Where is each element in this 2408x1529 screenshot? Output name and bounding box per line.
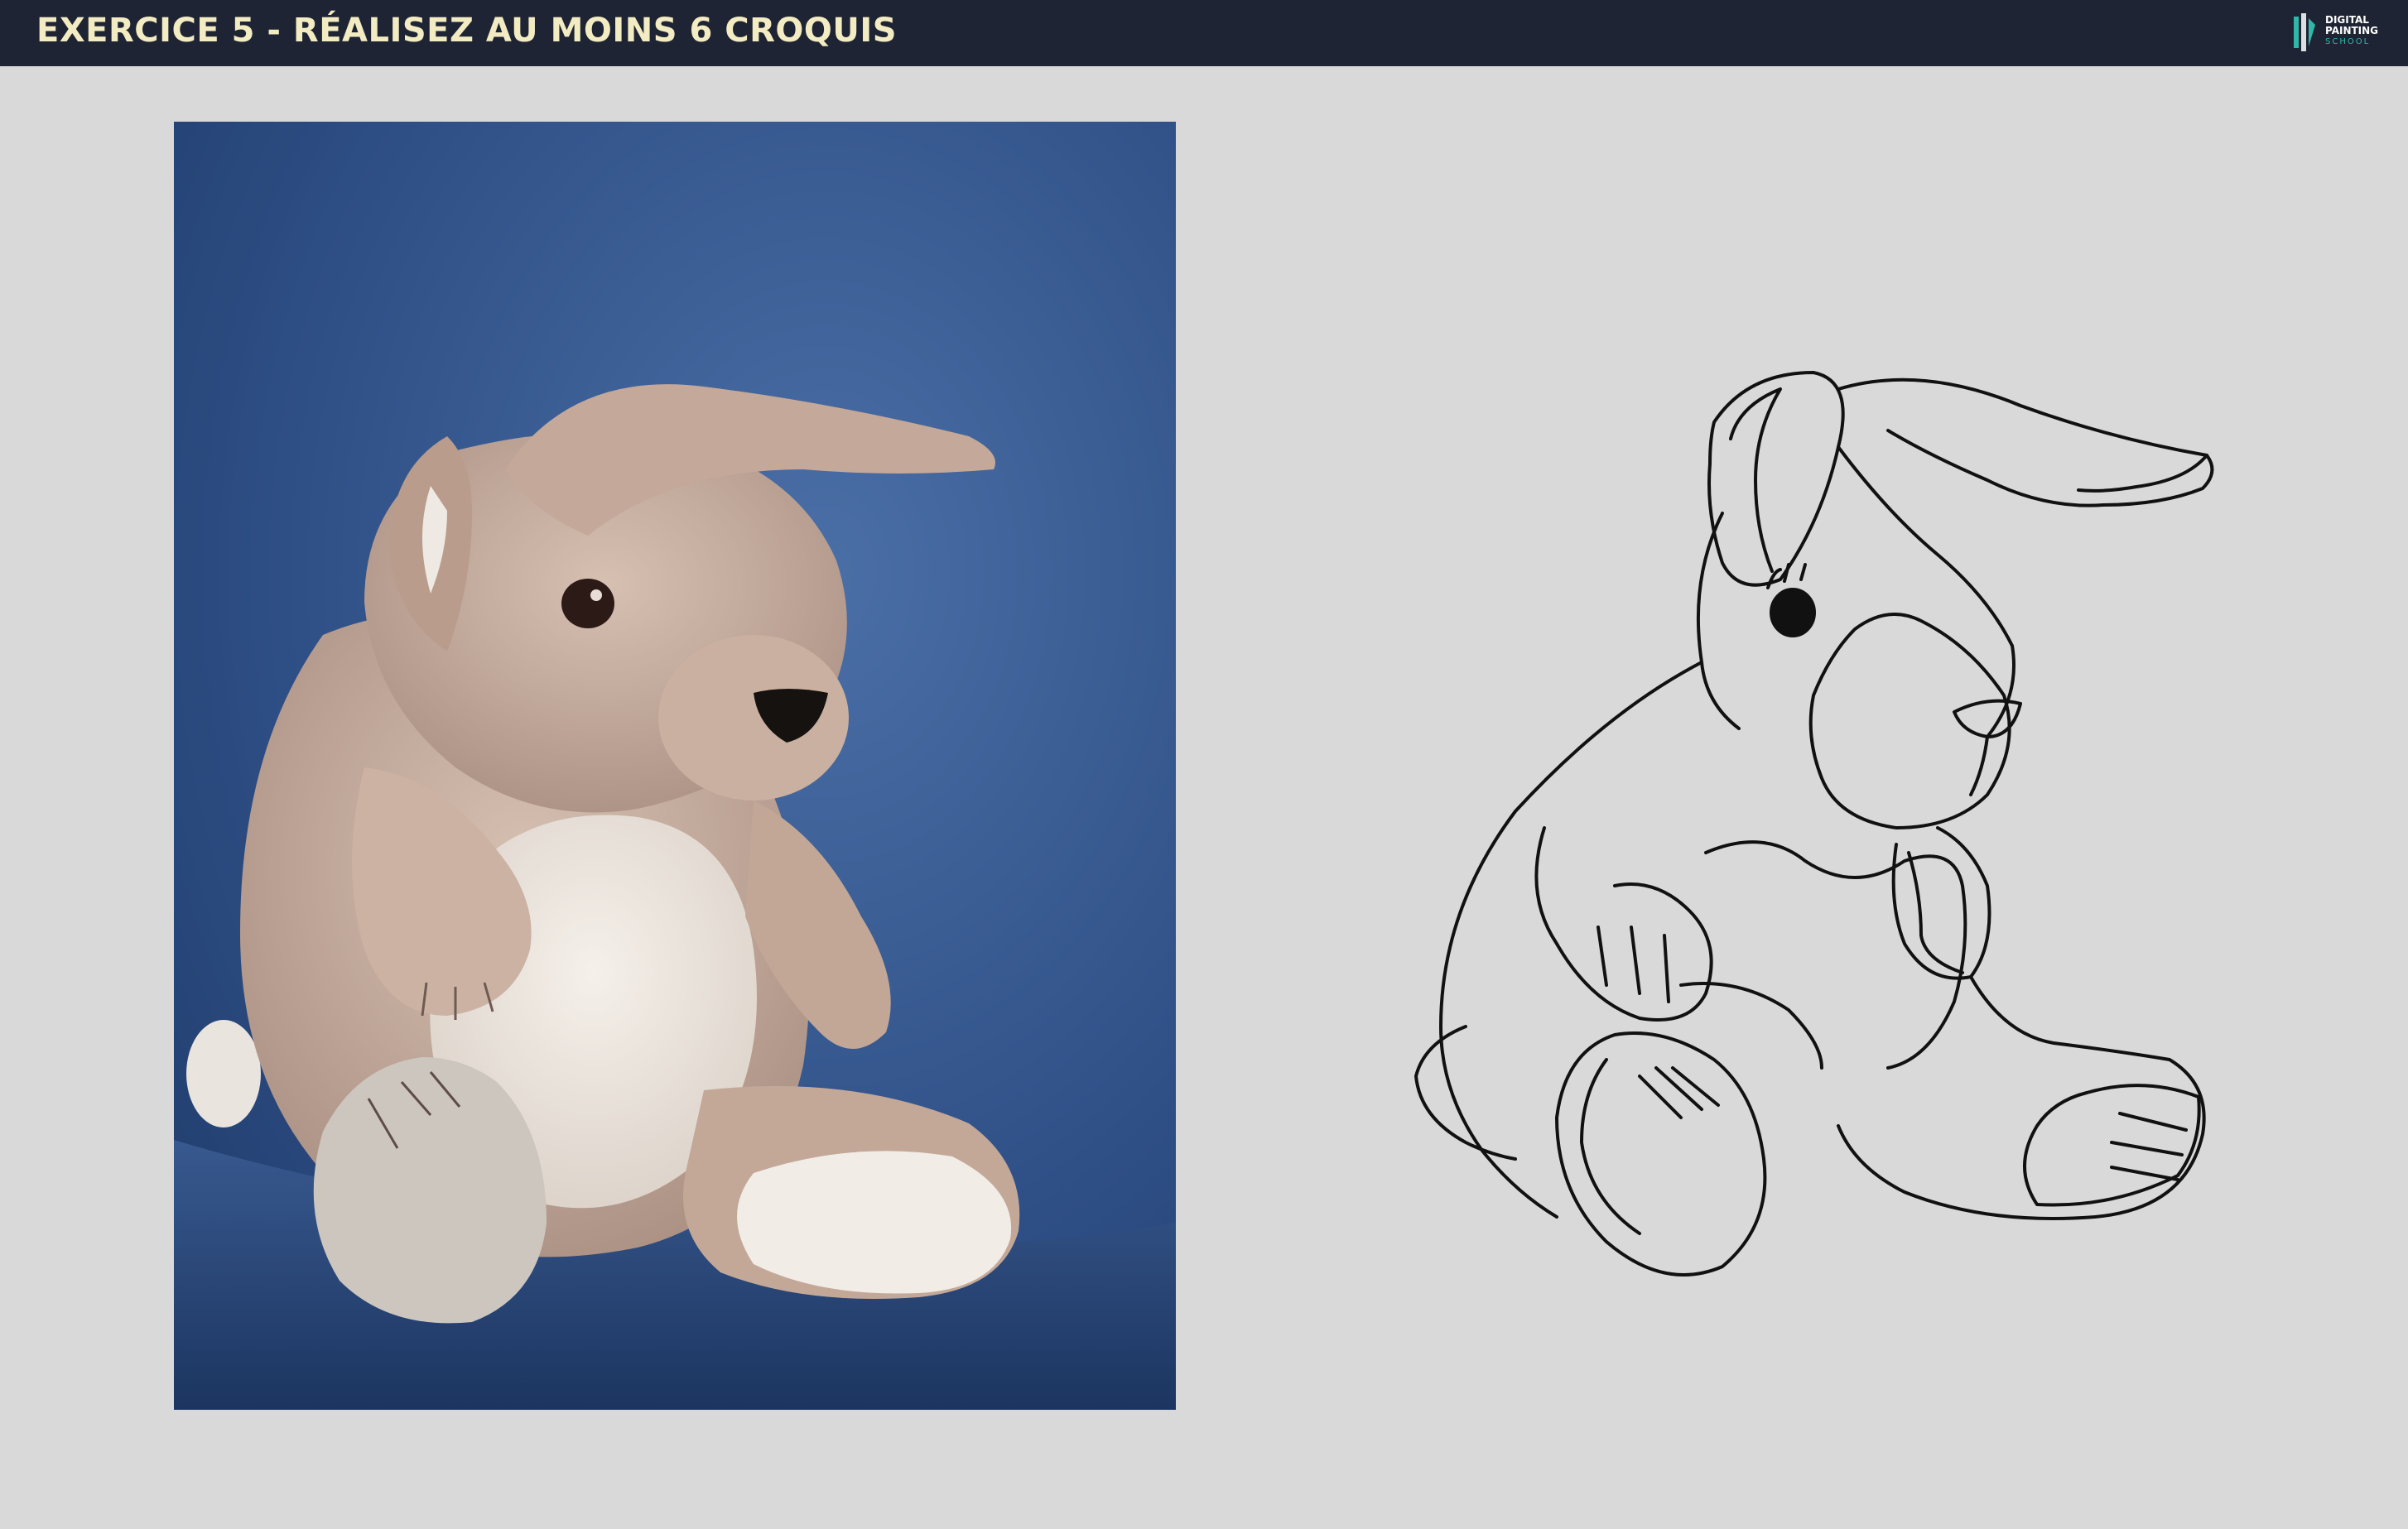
header-bar: EXERCICE 5 - RÉALISEZ AU MOINS 6 CROQUIS… xyxy=(0,0,2408,66)
paintbrush-logo-icon xyxy=(2294,13,2315,51)
rabbit-right-foot-pad xyxy=(737,1151,1012,1294)
sketch-strokes xyxy=(1414,371,2214,1277)
plush-rabbit-line-sketch xyxy=(1391,348,2252,1333)
logo-text: DIGITAL PAINTING SCHOOL xyxy=(2325,15,2378,47)
sketch-illustration xyxy=(1414,371,2214,1277)
digital-painting-school-logo: DIGITAL PAINTING SCHOOL xyxy=(2292,12,2390,55)
rabbit-tail xyxy=(186,1020,261,1128)
logo-line-2: PAINTING xyxy=(2325,25,2379,36)
eye-highlight xyxy=(590,589,602,601)
photo-illustration xyxy=(174,122,1176,1410)
page-title: EXERCICE 5 - RÉALISEZ AU MOINS 6 CROQUIS xyxy=(36,12,898,50)
rabbit-muzzle xyxy=(658,635,849,801)
rabbit-eye xyxy=(561,579,614,628)
plush-rabbit-photo xyxy=(174,122,1176,1410)
logo-line-3: SCHOOL xyxy=(2325,37,2371,46)
